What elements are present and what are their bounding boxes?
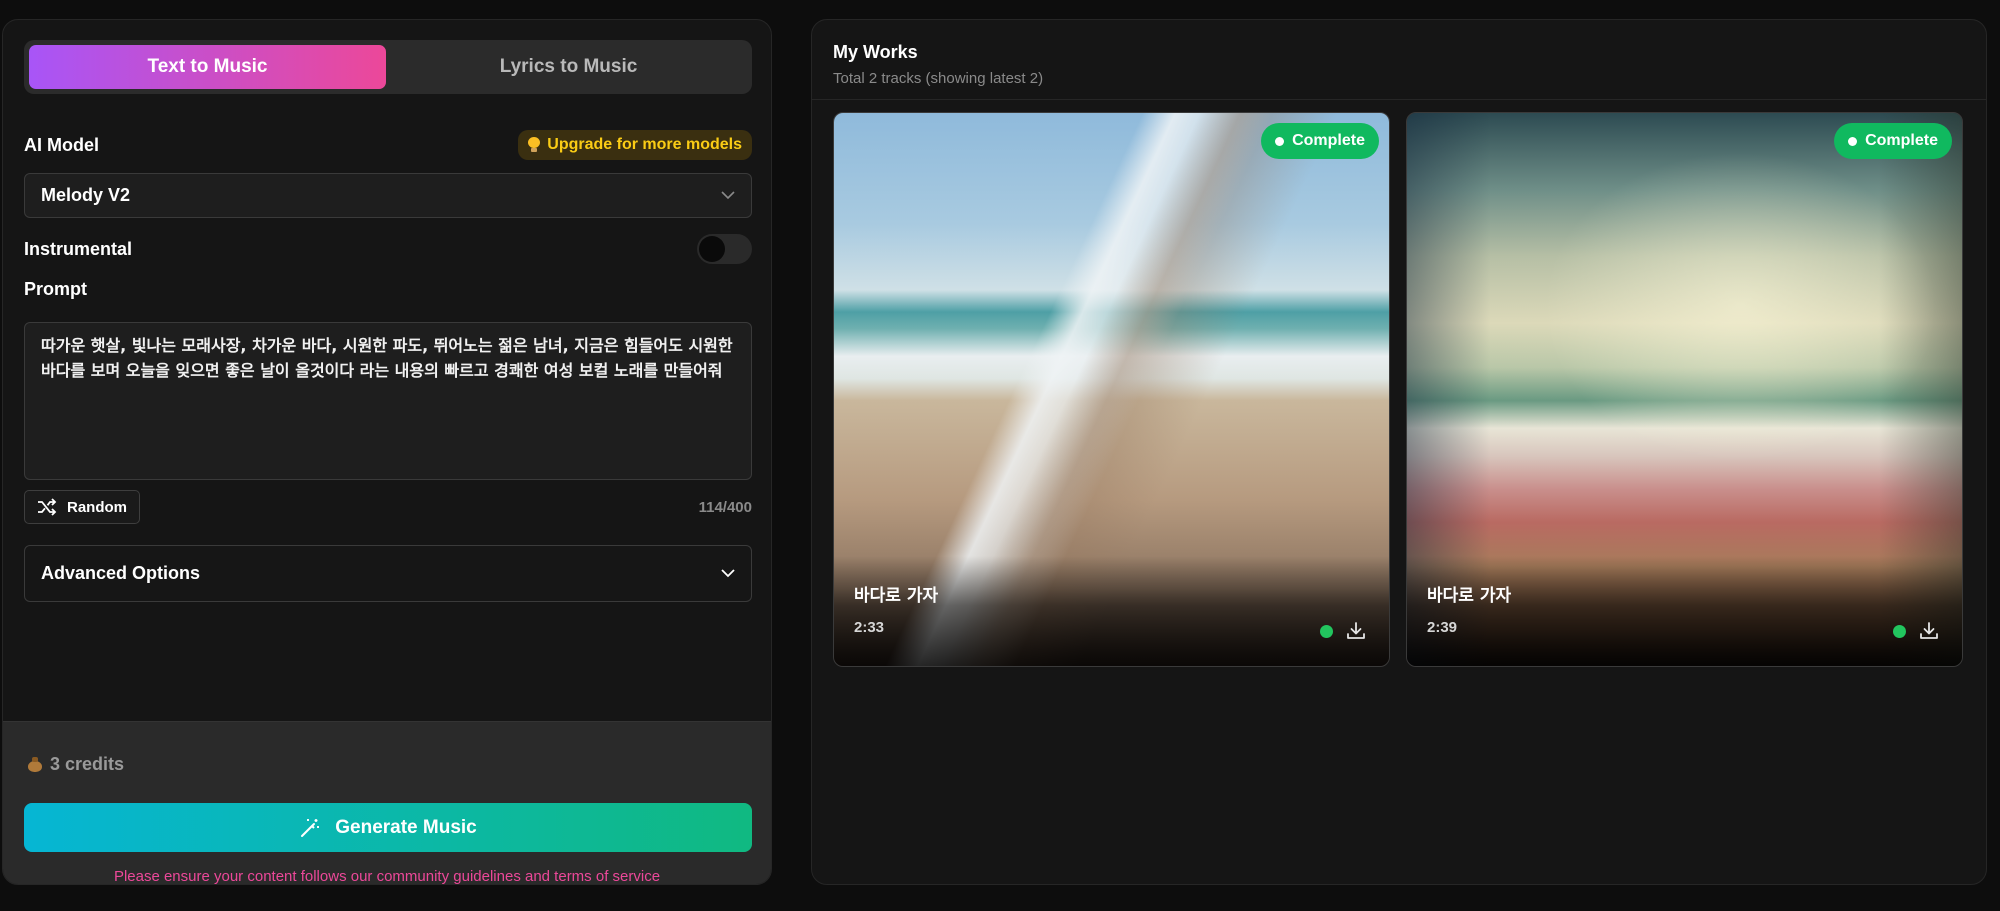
status-badge: Complete: [1834, 123, 1952, 159]
moneybag-icon: [28, 757, 42, 772]
tab-text-to-music[interactable]: Text to Music: [29, 45, 386, 89]
credits-label: 3 credits: [50, 754, 125, 774]
model-row: AI Model Upgrade for more models: [24, 130, 752, 160]
status-label: Complete: [1292, 132, 1365, 149]
prompt-textarea[interactable]: 따가운 햇살, 빛나는 모래사장, 차가운 바다, 시원한 파도, 뛰어노는 젊…: [24, 322, 752, 480]
track-title: 바다로 가자: [1427, 586, 1512, 606]
download-icon[interactable]: [1918, 620, 1940, 642]
generate-music-button[interactable]: Generate Music: [24, 803, 752, 852]
play-status-icon: [1893, 625, 1906, 638]
generate-footer: 3 credits Generate Music Please ensure y…: [3, 721, 771, 885]
my-works-panel: My Works Total 2 tracks (showing latest …: [811, 19, 1987, 885]
model-select[interactable]: Melody V2: [24, 173, 752, 218]
status-label: Complete: [1865, 132, 1938, 149]
status-dot-icon: [1848, 136, 1858, 146]
instrumental-row: Instrumental: [24, 234, 752, 264]
char-counter: 114/400: [698, 498, 752, 516]
shuffle-icon: [38, 498, 57, 516]
instrumental-toggle[interactable]: [697, 234, 752, 264]
tab-lyrics-to-music[interactable]: Lyrics to Music: [390, 45, 747, 89]
works-subtitle: Total 2 tracks (showing latest 2): [833, 70, 1044, 87]
advanced-options-toggle[interactable]: Advanced Options: [24, 545, 752, 602]
upgrade-label: Upgrade for more models: [547, 136, 742, 153]
magic-wand-icon: [301, 818, 320, 837]
track-card[interactable]: Complete 바다로 가자 2:33: [833, 112, 1390, 667]
instrumental-label: Instrumental: [24, 238, 133, 259]
works-header: My Works Total 2 tracks (showing latest …: [812, 20, 1986, 100]
toggle-knob: [699, 236, 725, 262]
random-button[interactable]: Random: [24, 490, 140, 524]
track-title: 바다로 가자: [854, 586, 939, 606]
status-dot-icon: [1275, 136, 1285, 146]
track-card[interactable]: Complete 바다로 가자 2:39: [1406, 112, 1963, 667]
random-label: Random: [67, 498, 127, 516]
guidelines-disclaimer: Please ensure your content follows our c…: [113, 868, 661, 885]
chevron-down-icon: [721, 191, 735, 200]
play-status-icon: [1320, 625, 1333, 638]
track-duration: 2:39: [1427, 619, 1458, 636]
generate-label: Generate Music: [335, 816, 477, 838]
download-icon[interactable]: [1345, 620, 1367, 642]
chevron-down-icon: [721, 569, 735, 578]
prompt-tools-row: Random 114/400: [24, 490, 752, 524]
create-panel: Text to Music Lyrics to Music AI Model U…: [2, 19, 772, 885]
mode-tabs: Text to Music Lyrics to Music: [24, 40, 752, 94]
advanced-options-label: Advanced Options: [41, 563, 201, 583]
status-badge: Complete: [1261, 123, 1379, 159]
track-duration: 2:33: [854, 619, 885, 636]
prompt-label: Prompt: [24, 279, 87, 299]
credits-display: 3 credits: [28, 754, 124, 775]
lightbulb-icon: [528, 137, 541, 153]
model-select-value: Melody V2: [41, 185, 131, 205]
works-title: My Works: [833, 42, 918, 62]
upgrade-button[interactable]: Upgrade for more models: [518, 130, 752, 160]
ai-model-label: AI Model: [24, 134, 99, 155]
prompt-label-row: Prompt: [24, 279, 752, 300]
